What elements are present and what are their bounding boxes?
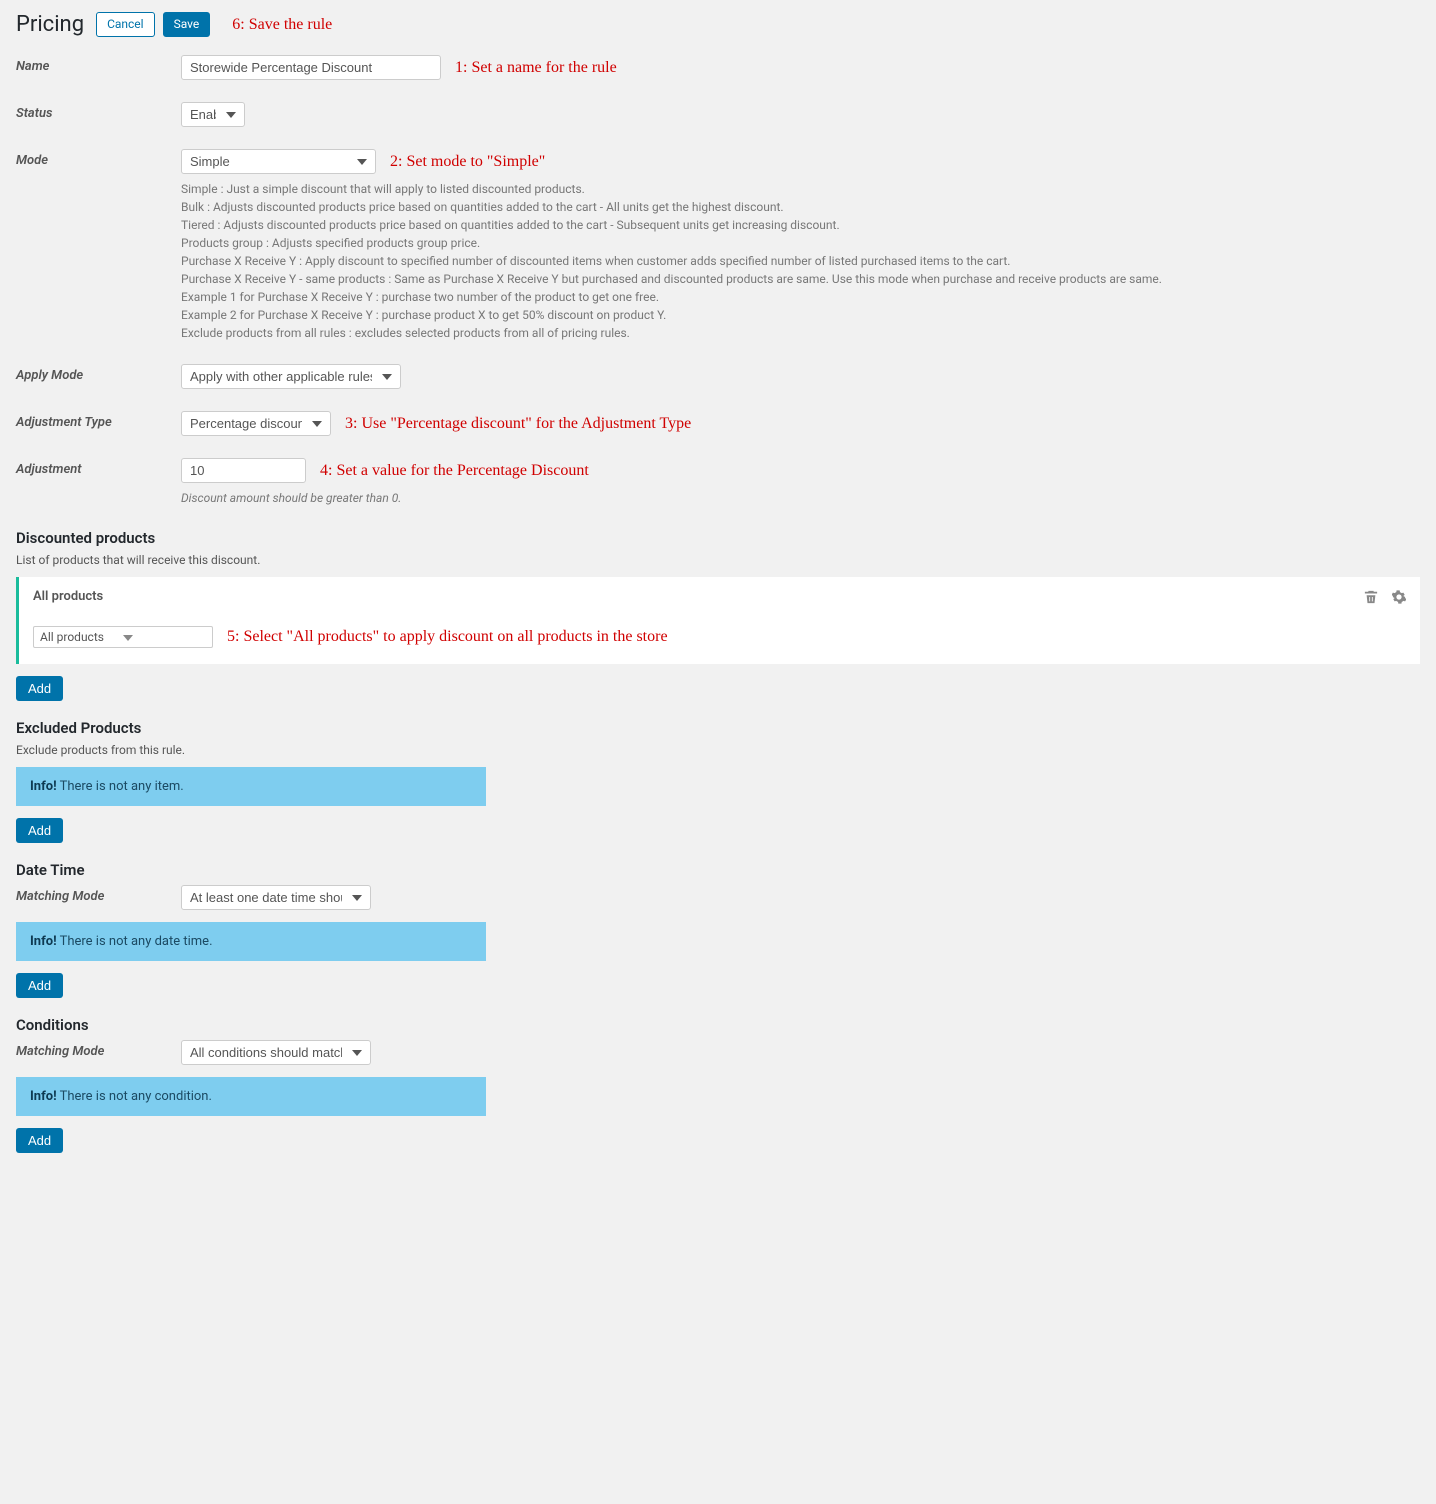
annotation-1: 1: Set a name for the rule (455, 59, 617, 77)
annotation-5: 5: Select "All products" to apply discou… (227, 628, 668, 646)
annotation-2: 2: Set mode to "Simple" (390, 153, 545, 171)
trash-icon[interactable] (1364, 590, 1378, 604)
row-name: Name 1: Set a name for the rule (16, 55, 1420, 80)
cancel-button[interactable]: Cancel (96, 12, 155, 37)
conditions-info: Info! There is not any condition. (16, 1077, 486, 1116)
label-mode: Mode (16, 149, 181, 168)
heading-discounted: Discounted products (16, 529, 1420, 547)
annotation-3: 3: Use "Percentage discount" for the Adj… (345, 415, 691, 433)
add-discounted-button[interactable]: Add (16, 676, 63, 701)
header-row: Pricing Cancel Save 6: Save the rule (16, 12, 1420, 37)
annotation-4: 4: Set a value for the Percentage Discou… (320, 462, 589, 480)
all-products-combo[interactable]: All products (33, 626, 213, 648)
mode-help: Simple : Just a simple discount that wil… (181, 180, 1420, 342)
discounted-panel: All products All products 5: Select "All… (16, 577, 1420, 664)
label-status: Status (16, 102, 181, 121)
row-cond-matching: Matching Mode All conditions should matc… (16, 1040, 1420, 1065)
discounted-panel-head: All products (19, 577, 1420, 616)
cond-matching-select[interactable]: All conditions should match (181, 1040, 371, 1065)
row-status: Status Enabled (16, 102, 1420, 127)
add-condition-button[interactable]: Add (16, 1128, 63, 1153)
chevron-down-icon (123, 630, 206, 644)
save-button[interactable]: Save (163, 12, 211, 37)
row-date-matching: Matching Mode At least one date time sho… (16, 885, 1420, 910)
label-name: Name (16, 55, 181, 74)
label-matching-mode-cond: Matching Mode (16, 1040, 181, 1059)
excluded-info: Info! There is not any item. (16, 767, 486, 806)
gear-icon[interactable] (1392, 590, 1406, 604)
mode-select[interactable]: Simple (181, 149, 376, 174)
discounted-panel-body: All products 5: Select "All products" to… (19, 616, 1420, 664)
label-matching-mode-date: Matching Mode (16, 885, 181, 904)
page-title: Pricing (16, 12, 84, 37)
label-apply-mode: Apply Mode (16, 364, 181, 383)
apply-mode-select[interactable]: Apply with other applicable rules (181, 364, 401, 389)
adjustment-type-select[interactable]: Percentage discount (181, 411, 331, 436)
discounted-panel-title: All products (33, 589, 1364, 604)
add-datetime-button[interactable]: Add (16, 973, 63, 998)
datetime-info: Info! There is not any date time. (16, 922, 486, 961)
annotation-6: 6: Save the rule (232, 16, 332, 34)
sub-discounted: List of products that will receive this … (16, 553, 1420, 567)
adjustment-input[interactable] (181, 458, 306, 483)
row-apply-mode: Apply Mode Apply with other applicable r… (16, 364, 1420, 389)
heading-excluded: Excluded Products (16, 719, 1420, 737)
adjustment-help: Discount amount should be greater than 0… (181, 489, 1420, 507)
heading-conditions: Conditions (16, 1016, 1420, 1034)
row-mode: Mode Simple 2: Set mode to "Simple" Simp… (16, 149, 1420, 342)
sub-excluded: Exclude products from this rule. (16, 743, 1420, 757)
status-select[interactable]: Enabled (181, 102, 245, 127)
heading-datetime: Date Time (16, 861, 1420, 879)
row-adjustment-type: Adjustment Type Percentage discount 3: U… (16, 411, 1420, 436)
date-matching-select[interactable]: At least one date time should match (181, 885, 371, 910)
row-adjustment: Adjustment 4: Set a value for the Percen… (16, 458, 1420, 507)
name-input[interactable] (181, 55, 441, 80)
label-adjustment-type: Adjustment Type (16, 411, 181, 430)
add-excluded-button[interactable]: Add (16, 818, 63, 843)
label-adjustment: Adjustment (16, 458, 181, 477)
